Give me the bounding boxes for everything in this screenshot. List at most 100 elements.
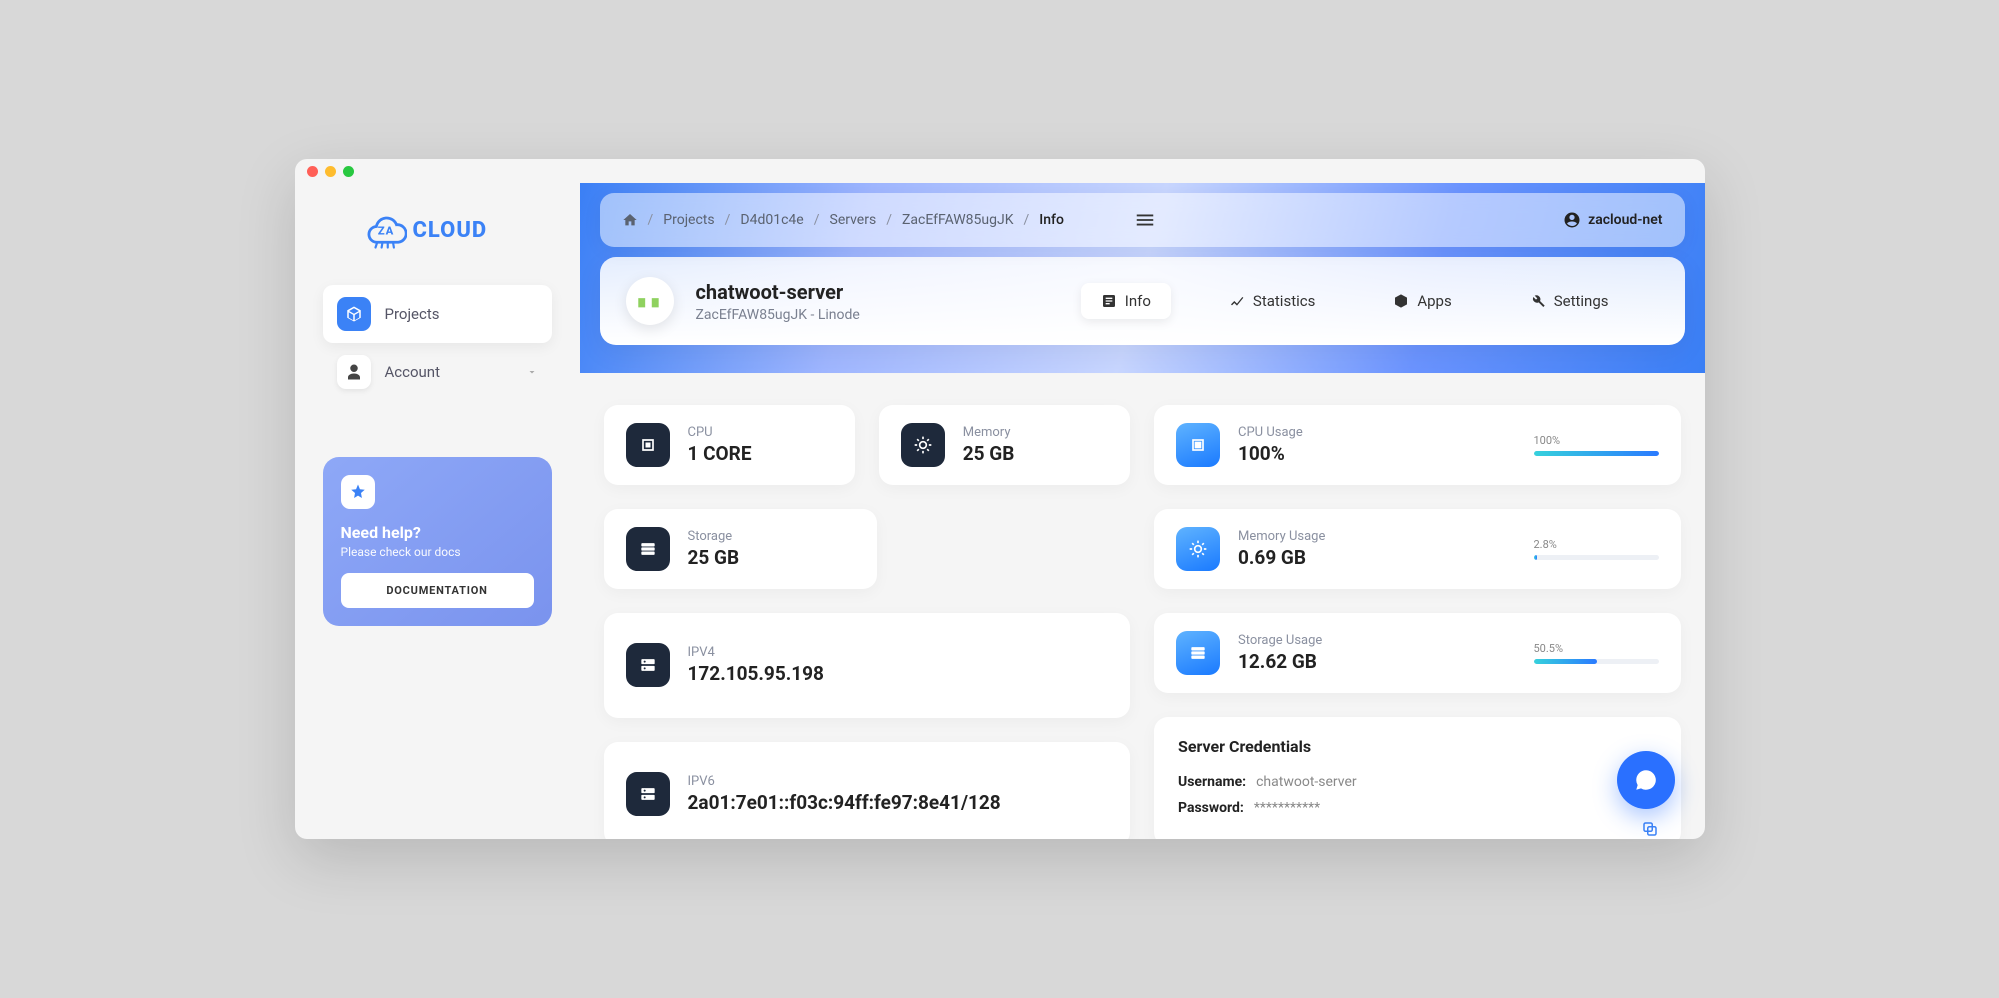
breadcrumb-projects[interactable]: Projects bbox=[663, 212, 714, 228]
article-icon bbox=[1101, 293, 1117, 309]
copy-icon[interactable] bbox=[1641, 820, 1659, 838]
wrench-icon bbox=[1530, 293, 1546, 309]
sidebar: ZA CLOUD Projects Account bbox=[295, 183, 580, 839]
breadcrumb: / Projects / D4d01c4e / Servers / ZacEfF… bbox=[622, 212, 1064, 228]
usage-value: 100% bbox=[1238, 442, 1303, 465]
usage-label: Storage Usage bbox=[1238, 633, 1322, 648]
server-subtitle: ZacEfFAW85ugJK - Linode bbox=[696, 307, 860, 323]
stat-label: IPV6 bbox=[688, 774, 1001, 789]
credentials-card: Server Credentials Username: chatwoot-se… bbox=[1154, 717, 1681, 839]
sidebar-item-label: Projects bbox=[385, 305, 440, 323]
chevron-down-icon bbox=[526, 366, 538, 378]
stat-card-storage: Storage 25 GB bbox=[604, 509, 877, 589]
tab-info[interactable]: Info bbox=[1081, 283, 1171, 319]
sidebar-item-label: Account bbox=[385, 363, 441, 381]
progress-fill bbox=[1534, 555, 1538, 560]
cpu-icon bbox=[1176, 527, 1220, 571]
account-circle-icon bbox=[1563, 211, 1581, 229]
usage-label: Memory Usage bbox=[1238, 529, 1325, 544]
svg-text:ZA: ZA bbox=[377, 223, 393, 237]
usage-value: 12.62 GB bbox=[1238, 650, 1322, 673]
stat-label: Memory bbox=[963, 425, 1015, 440]
topbar: / Projects / D4d01c4e / Servers / ZacEfF… bbox=[600, 193, 1685, 247]
pause-icon: ∎∎ bbox=[636, 291, 663, 312]
chat-fab[interactable] bbox=[1617, 751, 1675, 809]
tab-statistics[interactable]: Statistics bbox=[1209, 283, 1335, 319]
help-card: Need help? Please check our docs DOCUMEN… bbox=[323, 457, 552, 626]
stat-card-ipv6: IPV62a01:7e01::f03c:94ff:fe97:8e41/128 bbox=[604, 742, 1131, 840]
server-header: ∎∎ chatwoot-server ZacEfFAW85ugJK - Lino… bbox=[600, 257, 1685, 345]
main-content: / Projects / D4d01c4e / Servers / ZacEfF… bbox=[580, 183, 1705, 839]
usage-percent: 100% bbox=[1534, 434, 1659, 447]
stat-value: 172.105.95.198 bbox=[688, 662, 824, 685]
usage-card-cpu: CPU Usage 100% 100% bbox=[1154, 405, 1681, 485]
window-titlebar bbox=[295, 159, 1705, 183]
stat-value: 1 CORE bbox=[688, 442, 752, 465]
stat-value: 25 GB bbox=[688, 546, 740, 569]
password-label: Password: bbox=[1178, 800, 1244, 816]
credentials-title: Server Credentials bbox=[1178, 737, 1657, 756]
package-icon bbox=[1393, 293, 1409, 309]
progress-fill bbox=[1534, 451, 1659, 456]
documentation-button[interactable]: DOCUMENTATION bbox=[341, 573, 534, 608]
stat-value: 2a01:7e01::f03c:94ff:fe97:8e41/128 bbox=[688, 791, 1001, 814]
tab-apps[interactable]: Apps bbox=[1373, 283, 1471, 319]
usage-card-storage: Storage Usage 12.62 GB 50.5% bbox=[1154, 613, 1681, 693]
tab-settings[interactable]: Settings bbox=[1510, 283, 1629, 319]
dns-icon bbox=[626, 643, 670, 687]
window-maximize-dot[interactable] bbox=[343, 166, 354, 177]
breadcrumb-server-id[interactable]: ZacEfFAW85ugJK bbox=[902, 212, 1014, 228]
memory-chip-icon bbox=[626, 423, 670, 467]
breadcrumb-project-id[interactable]: D4d01c4e bbox=[740, 212, 803, 228]
home-icon[interactable] bbox=[622, 212, 638, 228]
help-title: Need help? bbox=[341, 523, 534, 542]
logo-text: CLOUD bbox=[413, 218, 488, 243]
box-icon bbox=[337, 297, 371, 331]
tab-label: Info bbox=[1125, 292, 1151, 310]
pause-button[interactable]: ∎∎ bbox=[626, 277, 674, 325]
stat-label: Storage bbox=[688, 529, 740, 544]
usage-percent: 2.8% bbox=[1534, 538, 1659, 551]
sidebar-item-projects[interactable]: Projects bbox=[323, 285, 552, 343]
tab-label: Settings bbox=[1554, 292, 1609, 310]
usage-percent: 50.5% bbox=[1534, 642, 1659, 655]
usage-label: CPU Usage bbox=[1238, 425, 1303, 440]
progress-fill bbox=[1534, 659, 1597, 664]
progress-track bbox=[1534, 555, 1659, 560]
username-value: chatwoot-server bbox=[1256, 774, 1357, 790]
tab-label: Statistics bbox=[1253, 292, 1315, 310]
cpu-icon bbox=[901, 423, 945, 467]
stat-label: CPU bbox=[688, 425, 752, 440]
logo: ZA CLOUD bbox=[365, 211, 552, 249]
insights-icon bbox=[1229, 293, 1245, 309]
breadcrumb-servers[interactable]: Servers bbox=[830, 212, 877, 228]
cloud-logo-icon: ZA bbox=[365, 211, 407, 249]
memory-chip-icon bbox=[1176, 423, 1220, 467]
star-icon bbox=[341, 475, 375, 509]
chat-bubble-icon bbox=[1633, 767, 1659, 793]
user-menu[interactable]: zacloud-net bbox=[1563, 211, 1662, 229]
tabs: Info Statistics Apps Settings bbox=[1081, 283, 1659, 319]
stat-label: IPV4 bbox=[688, 645, 824, 660]
dns-icon bbox=[626, 772, 670, 816]
usage-card-memory: Memory Usage 0.69 GB 2.8% bbox=[1154, 509, 1681, 589]
stat-card-cpu: CPU 1 CORE bbox=[604, 405, 855, 485]
progress-track bbox=[1534, 659, 1659, 664]
stat-card-memory: Memory 25 GB bbox=[879, 405, 1130, 485]
storage-icon bbox=[626, 527, 670, 571]
stat-value: 25 GB bbox=[963, 442, 1015, 465]
window-minimize-dot[interactable] bbox=[325, 166, 336, 177]
progress-track bbox=[1534, 451, 1659, 456]
username-label: Username: bbox=[1178, 774, 1246, 790]
help-subtitle: Please check our docs bbox=[341, 545, 534, 559]
stat-card-ipv4: IPV4 172.105.95.198 bbox=[604, 613, 1131, 718]
server-name: chatwoot-server bbox=[696, 280, 860, 304]
storage-icon bbox=[1176, 631, 1220, 675]
tab-label: Apps bbox=[1417, 292, 1451, 310]
window-close-dot[interactable] bbox=[307, 166, 318, 177]
menu-icon[interactable] bbox=[1134, 209, 1156, 231]
sidebar-item-account[interactable]: Account bbox=[323, 343, 552, 401]
password-value: *********** bbox=[1254, 800, 1320, 816]
breadcrumb-current: Info bbox=[1039, 212, 1064, 228]
usage-value: 0.69 GB bbox=[1238, 546, 1325, 569]
